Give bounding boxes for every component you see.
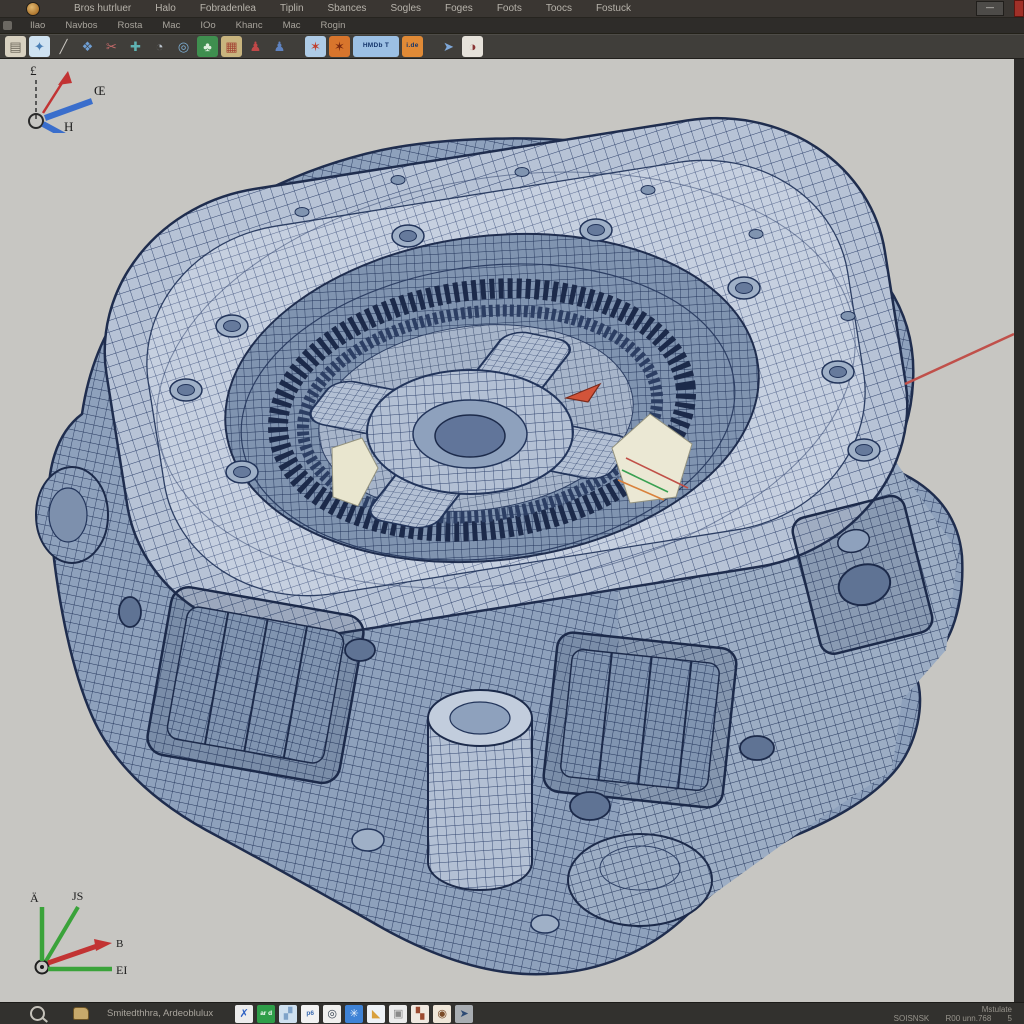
- search-icon[interactable]: [30, 1006, 45, 1021]
- tool-orbit[interactable]: ◔: [149, 36, 170, 57]
- model-pocket-left[interactable]: [145, 584, 367, 785]
- menu2-item-0[interactable]: Ilao: [20, 20, 55, 31]
- status-field-a: SOISNSK: [894, 1014, 930, 1023]
- menu-item-8[interactable]: Toocs: [534, 3, 584, 14]
- tool-pencil[interactable]: ╱: [53, 36, 74, 57]
- minimize-button[interactable]: —: [976, 1, 1004, 16]
- menu2-item-3[interactable]: Mac: [152, 20, 190, 31]
- axis-triad-bottom: Ä JS B EI: [12, 889, 132, 989]
- menu-item-2[interactable]: Fobradenlea: [188, 3, 268, 14]
- axis-label-green-up: Ä: [30, 891, 39, 905]
- tool-render-preview[interactable]: ✶: [305, 36, 326, 57]
- menu2-item-5[interactable]: Khanc: [226, 20, 273, 31]
- tool-render-hot[interactable]: ✶: [329, 36, 350, 57]
- tool-part-blue[interactable]: ♟: [269, 36, 290, 57]
- menu-item-4[interactable]: Sbances: [316, 3, 379, 14]
- tool-archive[interactable]: ▤: [5, 36, 26, 57]
- taskbar-snowflake-app[interactable]: ✳: [345, 1005, 363, 1023]
- tool-part-red[interactable]: ♟: [245, 36, 266, 57]
- taskbar-green-ard[interactable]: ar d: [257, 1005, 275, 1023]
- axis-label-down: H: [64, 119, 73, 133]
- axis-label-green-right: EI: [116, 963, 127, 977]
- toolbar: ▤✦╱❖✂✚◔◎♣▦♟♟✶✶HMDb Ti.de➤◑: [0, 34, 1024, 59]
- main-menu: Bros hutrluerHaloFobradenleaTiplinSbance…: [62, 3, 643, 14]
- menu2-item-6[interactable]: Mac: [273, 20, 311, 31]
- menu2-item-1[interactable]: Navbos: [55, 20, 107, 31]
- model-3d-wireframe[interactable]: [0, 59, 1014, 1002]
- tool-circles[interactable]: ◎: [173, 36, 194, 57]
- model-cylinder[interactable]: [428, 690, 532, 890]
- tool-document[interactable]: ✦: [29, 36, 50, 57]
- axis-triad-top[interactable]: £ Œ H: [6, 61, 116, 133]
- close-button[interactable]: [1014, 0, 1024, 17]
- app-icon[interactable]: [26, 2, 40, 16]
- axis-label-green-diag: JS: [72, 889, 83, 903]
- model-left-boss[interactable]: [36, 467, 108, 563]
- status-bar: Smitedthhra, Ardeoblulux ✗ar d▞p6◎✳◣▣▚◉➤…: [0, 1002, 1024, 1024]
- menu-bar-2: IlaoNavbosRostaMacIOoKhancMacRogin: [0, 18, 1024, 34]
- tool-rotate-tool[interactable]: ◑: [462, 36, 483, 57]
- taskbar-people-app[interactable]: ◉: [433, 1005, 451, 1023]
- taskbar-globe-app[interactable]: ◎: [323, 1005, 341, 1023]
- tool-measure[interactable]: ➤: [438, 36, 459, 57]
- menu-item-1[interactable]: Halo: [143, 3, 188, 14]
- viewport-3d[interactable]: £ Œ H Ä JS B EI: [0, 59, 1014, 1002]
- axis-label-up: £: [30, 63, 37, 78]
- tool-analysis-panel[interactable]: HMDb T: [353, 36, 399, 57]
- menu-item-6[interactable]: Foges: [433, 3, 485, 14]
- status-field-b: R00 unn.768: [945, 1014, 991, 1023]
- taskbar-bird-app[interactable]: ➤: [455, 1005, 473, 1023]
- tool-trim[interactable]: ✂: [101, 36, 122, 57]
- tool-constraints[interactable]: ✚: [125, 36, 146, 57]
- taskbar-brick-app[interactable]: ▚: [411, 1005, 429, 1023]
- model-pocket-center[interactable]: [542, 631, 738, 809]
- menu-item-0[interactable]: Bros hutrluer: [62, 3, 143, 14]
- menu-item-5[interactable]: Sogles: [378, 3, 433, 14]
- taskbar-image-viewer[interactable]: ▞: [279, 1005, 297, 1023]
- tool-texture[interactable]: ▦: [221, 36, 242, 57]
- menu-item-3[interactable]: Tiplin: [268, 3, 316, 14]
- tool-export-panel[interactable]: i.de: [402, 36, 423, 57]
- menu2-item-7[interactable]: Rogin: [311, 20, 356, 31]
- axis-label-red: B: [116, 938, 123, 950]
- taskbar-p6-app[interactable]: p6: [301, 1005, 319, 1023]
- model-dome[interactable]: [568, 834, 712, 926]
- status-text: Smitedthhra, Ardeoblulux: [107, 1008, 213, 1019]
- status-right-line1: Mstulate: [880, 1005, 1012, 1014]
- menu2-item-2[interactable]: Rosta: [108, 20, 153, 31]
- taskbar-camera-app[interactable]: ▣: [389, 1005, 407, 1023]
- annotation-ray: [905, 334, 1014, 384]
- menu-item-9[interactable]: Fostuck: [584, 3, 643, 14]
- secondary-menu: IlaoNavbosRostaMacIOoKhancMacRogin: [20, 20, 355, 31]
- menu-item-7[interactable]: Foots: [485, 3, 534, 14]
- menu2-item-4[interactable]: IOo: [190, 20, 225, 31]
- status-right-info: Mstulate SOISNSK R00 unn.768 5: [880, 1005, 1024, 1023]
- status-right-line2: SOISNSK R00 unn.768 5: [880, 1014, 1012, 1023]
- status-field-c: 5: [1008, 1014, 1012, 1023]
- tool-sketch-points[interactable]: ❖: [77, 36, 98, 57]
- tool-materials[interactable]: ♣: [197, 36, 218, 57]
- menu2-icon: [3, 21, 12, 30]
- hand-icon[interactable]: [73, 1007, 89, 1020]
- window-right-border: [1014, 59, 1024, 1002]
- taskbar: ✗ar d▞p6◎✳◣▣▚◉➤: [235, 1005, 477, 1023]
- taskbar-cad-doc[interactable]: ◣: [367, 1005, 385, 1023]
- taskbar-tool-x[interactable]: ✗: [235, 1005, 253, 1023]
- title-bar: Bros hutrluerHaloFobradenleaTiplinSbance…: [0, 0, 1024, 18]
- axis-label-right: Œ: [94, 83, 106, 98]
